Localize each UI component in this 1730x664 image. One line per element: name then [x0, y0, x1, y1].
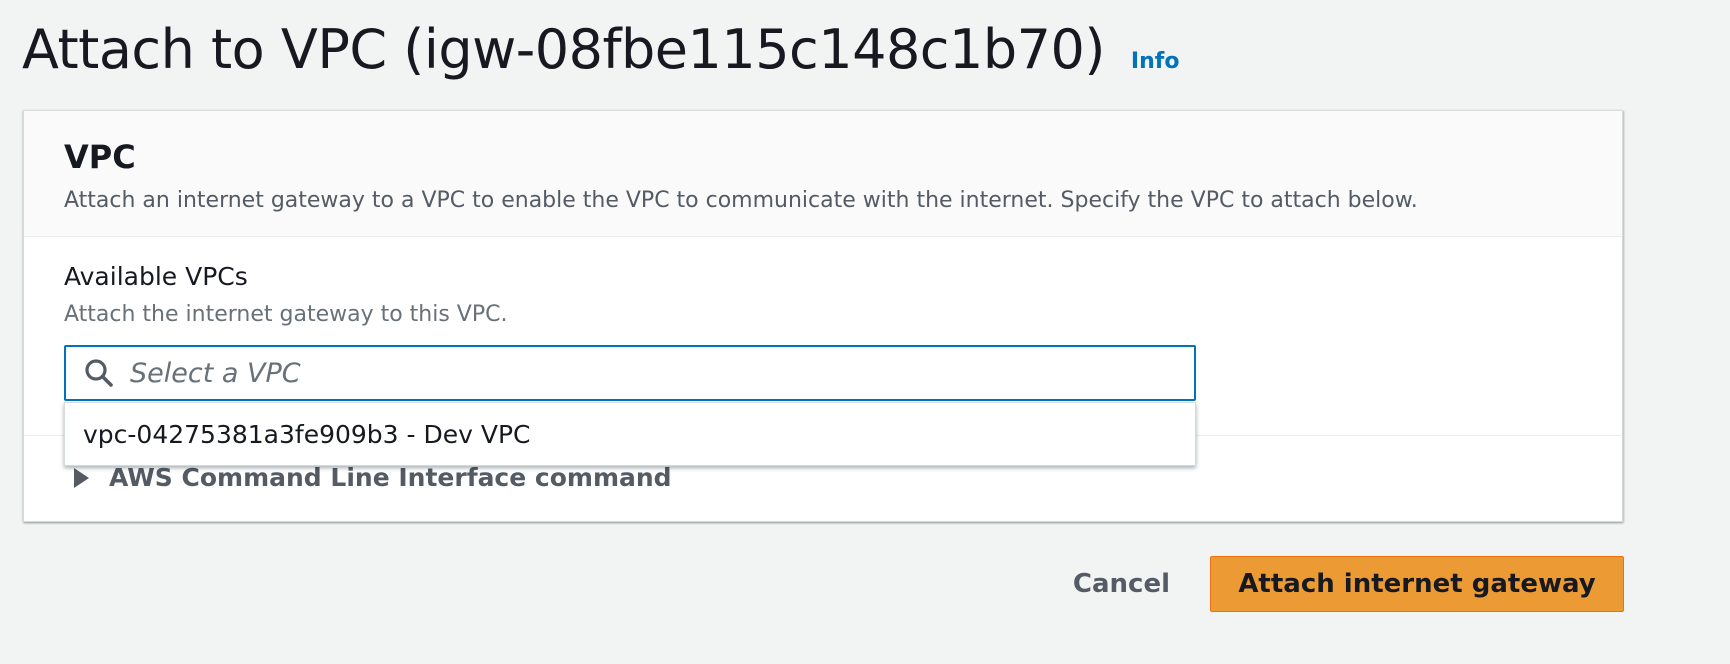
attach-internet-gateway-button[interactable]: Attach internet gateway: [1210, 556, 1624, 612]
cli-command-expander[interactable]: AWS Command Line Interface command: [74, 463, 672, 492]
panel-description: Attach an internet gateway to a VPC to e…: [64, 188, 1418, 213]
available-vpcs-field: Available VPCs Attach the internet gatew…: [64, 261, 507, 329]
cancel-button[interactable]: Cancel: [1073, 569, 1170, 599]
dropdown-option-dev-vpc[interactable]: vpc-04275381a3fe909b3 - Dev VPC: [65, 403, 1195, 465]
caret-right-icon: [74, 467, 89, 488]
panel-header: VPC Attach an internet gateway to a VPC …: [24, 111, 1622, 237]
vpc-select[interactable]: [64, 345, 1196, 401]
field-hint: Attach the internet gateway to this VPC.: [64, 302, 508, 327]
info-link[interactable]: Info: [1131, 49, 1180, 74]
panel-title: VPC: [64, 138, 136, 176]
vpc-dropdown: vpc-04275381a3fe909b3 - Dev VPC: [64, 402, 1196, 466]
form-actions: Cancel Attach internet gateway: [1073, 556, 1624, 612]
search-icon: [82, 356, 116, 390]
page-header: Attach to VPC (igw-08fbe115c148c1b70) In…: [22, 14, 1179, 86]
cli-command-label: AWS Command Line Interface command: [109, 463, 672, 492]
page-title: Attach to VPC (igw-08fbe115c148c1b70): [22, 18, 1105, 81]
vpc-search-input[interactable]: [128, 356, 1132, 390]
field-label: Available VPCs: [64, 262, 248, 291]
